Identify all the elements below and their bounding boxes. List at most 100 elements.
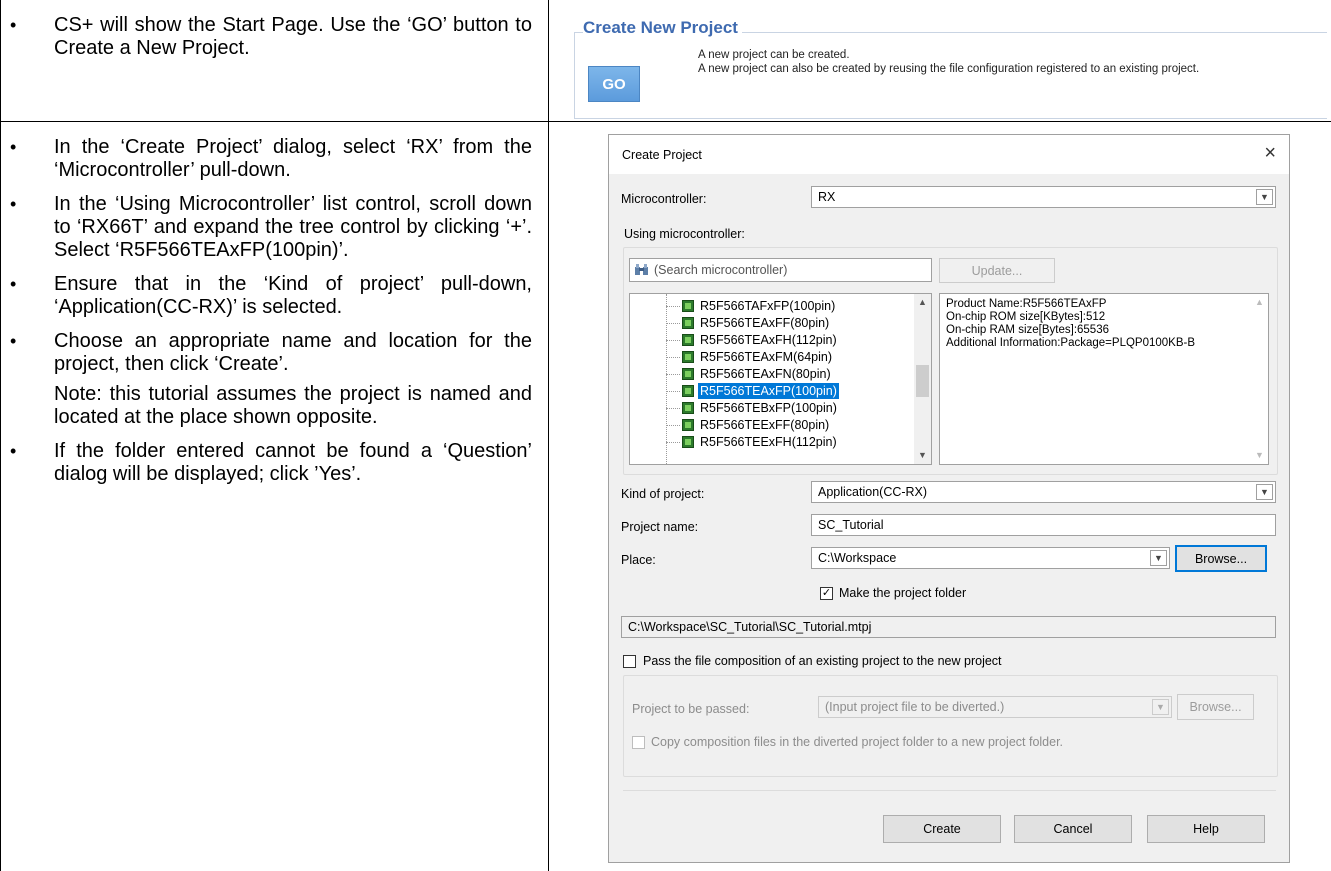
pass-project-group — [623, 675, 1278, 777]
chevron-down-icon: ▼ — [1152, 699, 1169, 715]
chip-icon — [682, 300, 694, 312]
scroll-up-icon[interactable]: ▲ — [1251, 294, 1268, 311]
browse-passed-button[interactable]: Browse... — [1177, 694, 1254, 720]
place-value: C:\Workspace — [818, 551, 897, 565]
browse-button[interactable]: Browse... — [1175, 545, 1267, 572]
start-page-panel: Create New Project GO A new project can … — [570, 12, 1330, 122]
info-line: Product Name:R5F566TEAxFP — [946, 298, 1107, 310]
instruction-item: In the ‘Using Microcontroller’ list cont… — [0, 193, 532, 262]
tree-branch-line — [666, 442, 680, 443]
pass-file-composition-label: Pass the file composition of an existing… — [643, 654, 1002, 668]
instruction-item: Ensure that in the ‘Kind of project’ pul… — [0, 273, 532, 319]
place-dropdown[interactable]: C:\Workspace ▼ — [811, 547, 1170, 569]
cancel-button[interactable]: Cancel — [1014, 815, 1132, 843]
tree-item-label: R5F566TEAxFH(112pin) — [700, 333, 837, 347]
microcontroller-dropdown[interactable]: RX ▼ — [811, 186, 1276, 208]
pass-file-composition-checkbox[interactable] — [623, 655, 636, 668]
copy-composition-label: Copy composition files in the diverted p… — [651, 735, 1064, 749]
description-line: A new project can also be created by reu… — [698, 63, 1200, 75]
info-scrollbar[interactable]: ▲ ▼ — [1251, 294, 1268, 464]
row1-instructions: CS+ will show the Start Page. Use the ‘G… — [0, 14, 532, 71]
chip-icon — [682, 419, 694, 431]
create-new-project-title: Create New Project — [583, 18, 742, 38]
search-placeholder: (Search microcontroller) — [654, 263, 788, 277]
microcontroller-label: Microcontroller: — [621, 192, 707, 206]
chip-icon — [682, 436, 694, 448]
instruction-item: In the ‘Create Project’ dialog, select ‘… — [0, 136, 532, 182]
tree-item-label: R5F566TEAxFN(80pin) — [700, 367, 831, 381]
scroll-up-icon[interactable]: ▲ — [914, 294, 931, 311]
search-microcontroller-input[interactable]: (Search microcontroller) — [629, 258, 932, 282]
microcontroller-value: RX — [818, 190, 836, 204]
scroll-down-icon[interactable]: ▼ — [914, 447, 931, 464]
tree-scrollbar[interactable]: ▲ ▼ — [914, 294, 931, 464]
kind-of-project-value: Application(CC-RX) — [818, 485, 928, 499]
dialog-title: Create Project — [622, 148, 702, 162]
chip-icon — [682, 402, 694, 414]
make-project-folder-checkbox[interactable]: ✓ — [820, 587, 833, 600]
tree-branch-line — [666, 306, 680, 307]
using-microcontroller-label: Using microcontroller: — [624, 227, 745, 241]
project-name-label: Project name: — [621, 520, 699, 534]
tree-branch-line — [666, 357, 680, 358]
start-page-description: A new project can be created. A new proj… — [698, 48, 1199, 76]
description-line: A new project can be created. — [698, 49, 850, 61]
tree-branch-line — [666, 323, 680, 324]
tree-branch-line — [666, 340, 680, 341]
project-name-input[interactable]: SC_Tutorial — [811, 514, 1276, 536]
microcontroller-tree[interactable]: R5F566TAFxFP(100pin) R5F566TEAxFF(80pin) R… — [629, 293, 932, 465]
tree-item-label: R5F566TEAxFM(64pin) — [700, 350, 832, 364]
tree-item-label: R5F566TEAxFP(100pin) — [698, 383, 839, 399]
instruction-note: Note: this tutorial assumes the project … — [54, 383, 532, 428]
scroll-down-icon[interactable]: ▼ — [1251, 447, 1268, 464]
help-button[interactable]: Help — [1147, 815, 1265, 843]
project-to-be-passed-placeholder: (Input project file to be diverted.) — [825, 700, 1005, 714]
instruction-item: If the folder entered cannot be found a … — [0, 440, 532, 486]
close-icon[interactable]: × — [1264, 142, 1276, 165]
button-separator — [623, 790, 1276, 791]
place-label: Place: — [621, 553, 656, 567]
update-button[interactable]: Update... — [939, 258, 1055, 283]
tree-branch-line — [666, 408, 680, 409]
kind-of-project-dropdown[interactable]: Application(CC-RX) ▼ — [811, 481, 1276, 503]
make-project-folder-label: Make the project folder — [839, 586, 967, 600]
chip-icon — [682, 317, 694, 329]
info-line: Additional Information:Package=PLQP0100K… — [946, 337, 1196, 349]
binoculars-icon — [635, 264, 648, 275]
instruction-item: CS+ will show the Start Page. Use the ‘G… — [0, 14, 532, 60]
project-to-be-passed-label: Project to be passed: — [632, 702, 750, 716]
chevron-down-icon: ▼ — [1150, 550, 1167, 566]
chevron-down-icon: ▼ — [1256, 189, 1273, 205]
project-name-value: SC_Tutorial — [818, 518, 884, 532]
microcontroller-info-panel: Product Name:R5F566TEAxFP On-chip ROM si… — [939, 293, 1269, 465]
info-line: On-chip ROM size[KBytes]:512 — [946, 311, 1106, 323]
project-path-value: C:\Workspace\SC_Tutorial\SC_Tutorial.mtp… — [628, 620, 872, 634]
tree-branch-line — [666, 374, 680, 375]
copy-composition-checkbox[interactable] — [632, 736, 645, 749]
tree-guide-line — [666, 294, 667, 464]
chip-icon — [682, 351, 694, 363]
tree-item-label: R5F566TEExFF(80pin) — [700, 418, 830, 432]
tree-branch-line — [666, 391, 680, 392]
tree-item-label: R5F566TEAxFF(80pin) — [700, 316, 830, 330]
tree-item-label: R5F566TAFxFP(100pin) — [700, 299, 836, 313]
row2-instructions: In the ‘Create Project’ dialog, select ‘… — [0, 136, 532, 497]
table-column-divider — [548, 0, 549, 871]
create-project-dialog: Create Project × Microcontroller: RX ▼ U… — [608, 134, 1290, 863]
tree-item-label: R5F566TEBxFP(100pin) — [700, 401, 837, 415]
kind-of-project-label: Kind of project: — [621, 487, 705, 501]
scrollbar-thumb[interactable] — [916, 365, 929, 397]
info-line: On-chip RAM size[Bytes]:65536 — [946, 324, 1109, 336]
instruction-item: Choose an appropriate name and location … — [0, 330, 532, 376]
project-path-display: C:\Workspace\SC_Tutorial\SC_Tutorial.mtp… — [621, 616, 1276, 638]
chevron-down-icon: ▼ — [1256, 484, 1273, 500]
chip-icon — [682, 334, 694, 346]
tree-item-label: R5F566TEExFH(112pin) — [700, 435, 837, 449]
go-button[interactable]: GO — [588, 66, 640, 102]
chip-icon — [682, 368, 694, 380]
chip-icon — [682, 385, 694, 397]
tree-branch-line — [666, 425, 680, 426]
create-button[interactable]: Create — [883, 815, 1001, 843]
dialog-titlebar: Create Project × — [609, 135, 1289, 174]
project-to-be-passed-dropdown[interactable]: (Input project file to be diverted.) ▼ — [818, 696, 1172, 718]
